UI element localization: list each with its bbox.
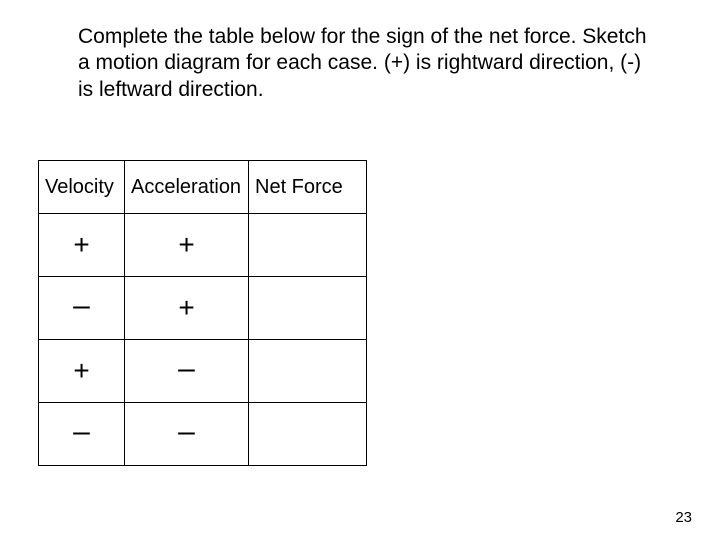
header-netforce: Net Force: [249, 161, 367, 214]
force-table: Velocity Acceleration Net Force + + – + …: [38, 160, 367, 466]
header-velocity: Velocity: [39, 161, 125, 214]
cell-velocity: +: [39, 340, 125, 403]
page-number: 23: [675, 509, 692, 526]
cell-netforce: [249, 340, 367, 403]
cell-velocity: –: [39, 403, 125, 466]
instructions-text: Complete the table below for the sign of…: [78, 24, 648, 103]
table-row: – –: [39, 403, 367, 466]
cell-acceleration: +: [125, 277, 249, 340]
table-header-row: Velocity Acceleration Net Force: [39, 161, 367, 214]
cell-netforce: [249, 403, 367, 466]
table-row: – +: [39, 277, 367, 340]
cell-netforce: [249, 214, 367, 277]
cell-acceleration: –: [125, 340, 249, 403]
cell-velocity: –: [39, 277, 125, 340]
header-acceleration: Acceleration: [125, 161, 249, 214]
cell-velocity: +: [39, 214, 125, 277]
table-row: + +: [39, 214, 367, 277]
cell-netforce: [249, 277, 367, 340]
cell-acceleration: –: [125, 403, 249, 466]
table-row: + –: [39, 340, 367, 403]
cell-acceleration: +: [125, 214, 249, 277]
